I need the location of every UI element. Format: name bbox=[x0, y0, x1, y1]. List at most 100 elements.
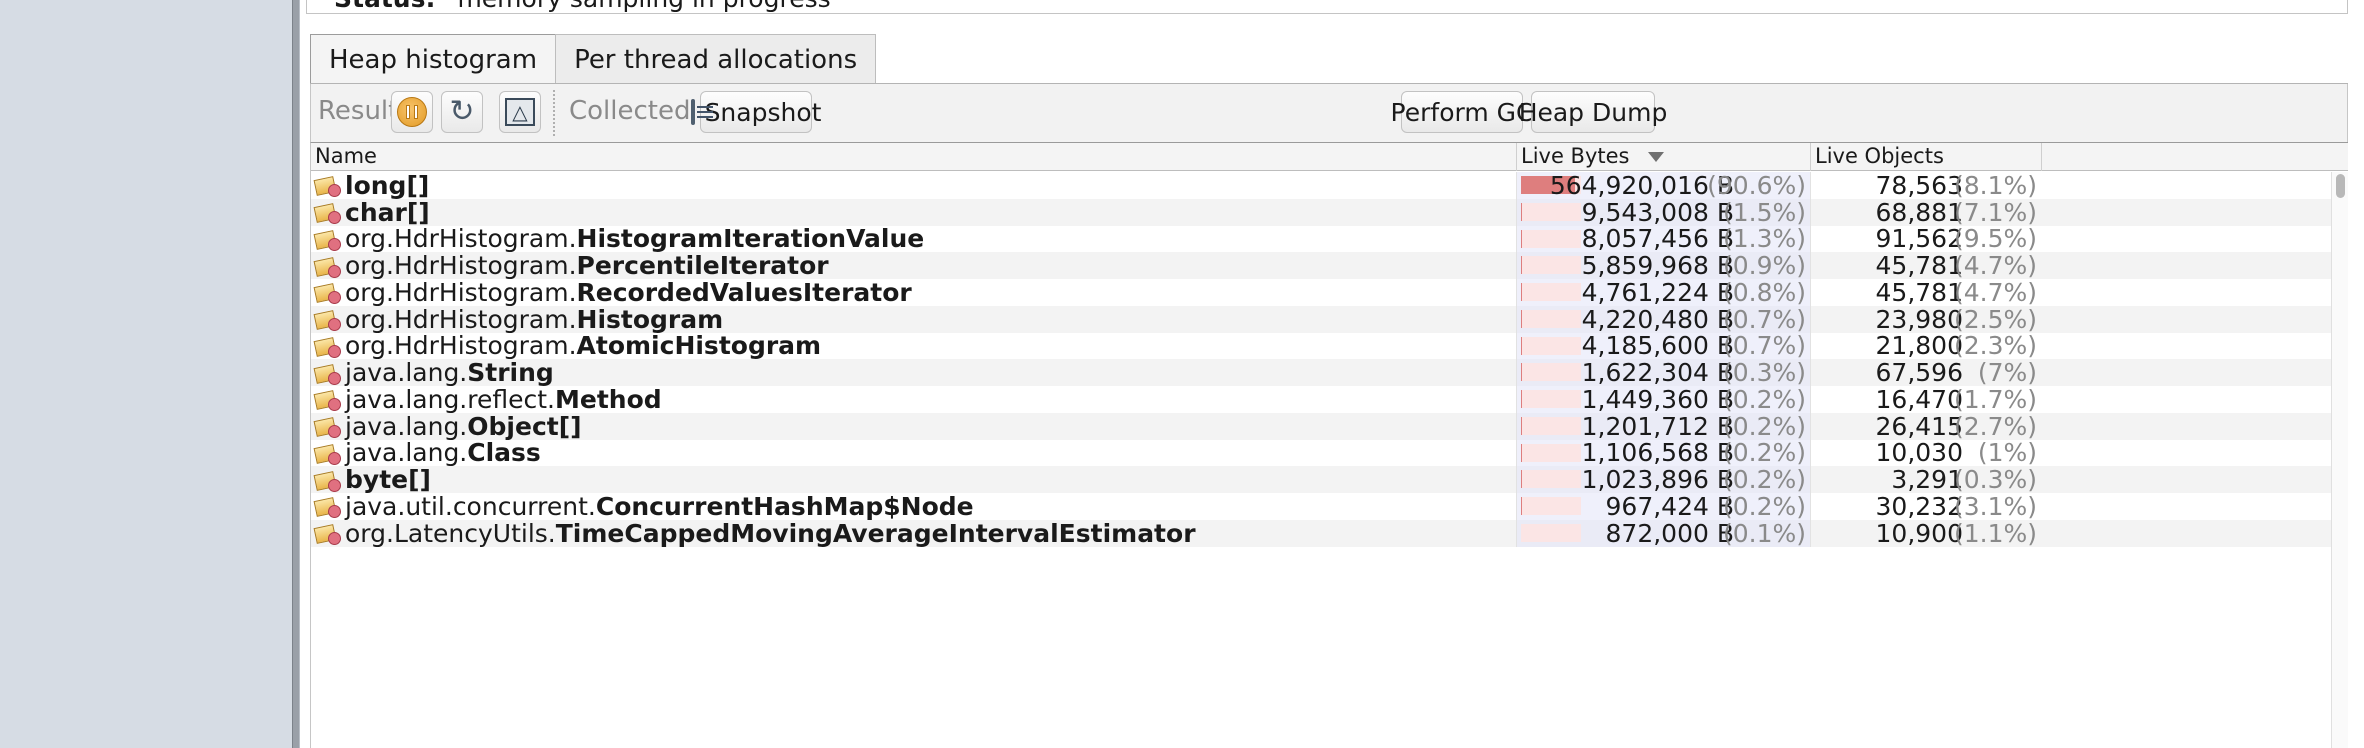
table-row[interactable]: org.HdrHistogram. RecordedValuesIterator 4… bbox=[311, 277, 2331, 307]
live-bytes-percent: (0.2%) bbox=[1722, 438, 1806, 468]
view-tabs: Heap histogram Per thread allocations bbox=[310, 34, 877, 84]
cell-name: org.HdrHistogram. AtomicHistogram bbox=[311, 331, 1517, 360]
live-objects-value: 3,291 bbox=[1891, 465, 1963, 495]
cell-name: java.lang. String bbox=[311, 358, 1517, 387]
class-name: Object[] bbox=[467, 411, 582, 441]
package-name: org.HdrHistogram. bbox=[345, 277, 577, 307]
column-header-live-bytes[interactable]: Live Bytes bbox=[1517, 143, 1811, 171]
class-icon bbox=[313, 415, 341, 439]
live-objects-percent: (2.5%) bbox=[1953, 304, 2037, 334]
table-row[interactable]: java.lang. Object[] 1,201,712 B (0.2%) 26,41… bbox=[311, 411, 2331, 441]
status-text: Status: memory sampling in progress bbox=[334, 0, 831, 12]
live-objects-percent: (7.1%) bbox=[1953, 197, 2037, 227]
live-objects-value: 16,470 bbox=[1875, 384, 1963, 414]
live-objects-percent: (0.3%) bbox=[1953, 465, 2037, 495]
live-bytes-bar bbox=[1521, 390, 1581, 408]
scrollbar-thumb[interactable] bbox=[2336, 174, 2345, 198]
column-live-objects-label: Live Objects bbox=[1815, 144, 1944, 168]
live-bytes-percent: (0.2%) bbox=[1722, 384, 1806, 414]
split-pane-divider[interactable] bbox=[292, 0, 300, 748]
perform-gc-button[interactable]: Perform GC bbox=[1391, 91, 1533, 133]
tab-per-thread-allocations[interactable]: Per thread allocations bbox=[555, 34, 877, 84]
cell-live-objects: 10,900 (1.1%) bbox=[1811, 518, 2041, 548]
cell-live-objects: 91,562 (9.5%) bbox=[1811, 224, 2041, 254]
live-bytes-bar bbox=[1521, 256, 1581, 275]
live-bytes-bar bbox=[1521, 336, 1581, 355]
table-row[interactable]: long[] 564,920,016 B (90.6%) 78,563 (8.1%) bbox=[311, 170, 2331, 200]
table-row[interactable]: char[] 9,543,008 B (1.5%) 68,881 (7.1%) bbox=[311, 197, 2331, 227]
table-row[interactable]: org.HdrHistogram. AtomicHistogram 4,185,60… bbox=[311, 331, 2331, 360]
live-bytes-bar-fill bbox=[1521, 256, 1522, 275]
cell-live-objects: 45,781 (4.7%) bbox=[1811, 277, 2041, 307]
table-row[interactable]: java.lang. Class 1,106,568 B (0.2%) 10,030 (1… bbox=[311, 438, 2331, 468]
sampler-panel: Status: memory sampling in progress Heap … bbox=[300, 0, 2364, 748]
table-row[interactable]: byte[] 1,023,896 B (0.2%) 3,291 (0.3%) bbox=[311, 465, 2331, 495]
live-bytes-value: 967,424 B bbox=[1605, 491, 1734, 521]
cell-name: org.HdrHistogram. RecordedValuesIterator bbox=[311, 277, 1517, 307]
cell-live-objects: 68,881 (7.1%) bbox=[1811, 197, 2041, 227]
delta-icon: △ bbox=[505, 98, 535, 126]
live-bytes-value: 1,106,568 B bbox=[1581, 438, 1734, 468]
table-row[interactable]: org.HdrHistogram. HistogramIterationValue… bbox=[311, 224, 2331, 254]
class-icon bbox=[313, 308, 341, 332]
table-header: Name Live Bytes Live Objects bbox=[311, 143, 2348, 171]
live-bytes-bar bbox=[1521, 470, 1581, 489]
table-row[interactable]: org.LatencyUtils. TimeCappedMovingAverage… bbox=[311, 518, 2331, 548]
cell-live-objects: 78,563 (8.1%) bbox=[1811, 170, 2041, 200]
live-bytes-value: 5,859,968 B bbox=[1581, 251, 1734, 281]
cell-live-objects: 16,470 (1.7%) bbox=[1811, 384, 2041, 414]
column-header-name[interactable]: Name bbox=[311, 143, 1517, 171]
live-bytes-value: 9,543,008 B bbox=[1581, 197, 1734, 227]
live-bytes-percent: (0.2%) bbox=[1722, 491, 1806, 521]
delta-button[interactable]: △ bbox=[499, 91, 541, 133]
live-bytes-percent: (0.9%) bbox=[1722, 251, 1806, 281]
cell-live-bytes: 1,023,896 B (0.2%) bbox=[1517, 465, 1811, 494]
pause-button[interactable] bbox=[391, 91, 433, 133]
tab-heap-histogram[interactable]: Heap histogram bbox=[310, 34, 557, 84]
live-objects-percent: (4.7%) bbox=[1953, 277, 2037, 307]
class-name: ConcurrentHashMap$Node bbox=[595, 491, 974, 521]
live-objects-percent: (2.7%) bbox=[1953, 411, 2037, 441]
class-name: Method bbox=[555, 384, 662, 414]
package-name: org.HdrHistogram. bbox=[345, 224, 577, 254]
table-row[interactable]: java.lang. String 1,622,304 B (0.3%) 67,596(… bbox=[311, 358, 2331, 388]
cell-name: org.HdrHistogram. HistogramIterationValue bbox=[311, 224, 1517, 254]
table-row[interactable]: java.lang.reflect. Method 1,449,360 B (0.2%… bbox=[311, 384, 2331, 414]
live-objects-percent: (4.7%) bbox=[1953, 251, 2037, 281]
cell-live-bytes: 4,220,480 B (0.7%) bbox=[1517, 304, 1811, 334]
table-row[interactable]: org.HdrHistogram. Histogram 4,220,480 B (0.… bbox=[311, 304, 2331, 334]
live-objects-percent: (8.1%) bbox=[1953, 170, 2037, 200]
class-icon bbox=[313, 362, 341, 385]
class-name: HistogramIterationValue bbox=[576, 224, 925, 254]
table-row[interactable]: java.util.concurrent. ConcurrentHashMap$N… bbox=[311, 491, 2331, 521]
class-name: Histogram bbox=[576, 304, 724, 334]
live-bytes-bar bbox=[1521, 202, 1581, 221]
sort-descending-icon bbox=[1647, 152, 1664, 162]
live-bytes-bar-fill bbox=[1521, 202, 1522, 221]
live-bytes-bar bbox=[1521, 416, 1581, 435]
live-bytes-value: 4,761,224 B bbox=[1581, 277, 1734, 307]
snapshot-button[interactable]: Snapshot bbox=[690, 91, 821, 133]
column-header-live-objects[interactable]: Live Objects bbox=[1811, 143, 2041, 171]
cell-live-bytes: 9,543,008 B (1.5%) bbox=[1517, 197, 1811, 227]
live-objects-percent: (9.5%) bbox=[1953, 224, 2037, 254]
refresh-button[interactable]: ↻ bbox=[441, 91, 483, 133]
live-objects-percent: (1.1%) bbox=[1953, 518, 2037, 548]
column-live-bytes-label: Live Bytes bbox=[1521, 144, 1630, 168]
live-bytes-value: 1,622,304 B bbox=[1581, 358, 1734, 388]
live-objects-value: 23,980 bbox=[1875, 304, 1963, 334]
live-objects-percent: (7%) bbox=[1977, 358, 2037, 388]
live-bytes-percent: (0.8%) bbox=[1722, 277, 1806, 307]
live-objects-value: 26,415 bbox=[1875, 411, 1963, 441]
live-objects-percent: (3.1%) bbox=[1953, 491, 2037, 521]
toolbar-separator bbox=[553, 90, 555, 136]
live-bytes-bar-fill bbox=[1521, 229, 1522, 248]
live-bytes-percent: (0.1%) bbox=[1722, 518, 1806, 548]
heap-dump-button[interactable]: Heap Dump bbox=[1519, 91, 1667, 133]
cell-live-objects: 21,800 (2.3%) bbox=[1811, 331, 2041, 360]
live-bytes-bar bbox=[1521, 283, 1581, 301]
table-row[interactable]: org.HdrHistogram. PercentileIterator 5,859… bbox=[311, 251, 2331, 281]
vertical-scrollbar[interactable] bbox=[2331, 172, 2348, 748]
live-bytes-percent: (0.7%) bbox=[1722, 304, 1806, 334]
live-objects-value: 91,562 bbox=[1875, 224, 1963, 254]
